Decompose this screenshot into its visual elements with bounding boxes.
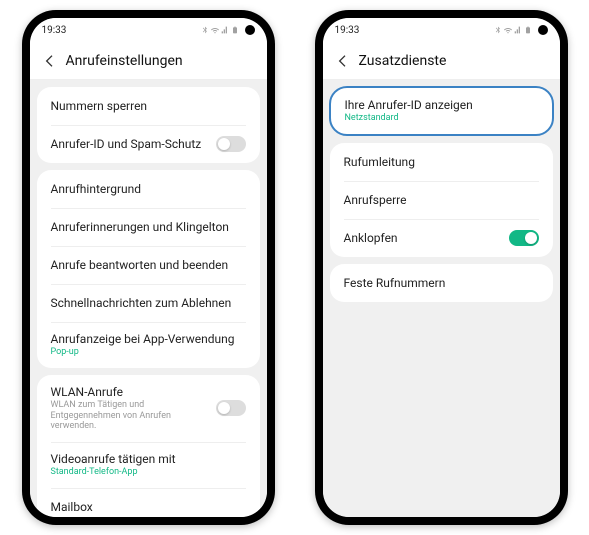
row-label: Ihre Anrufer-ID anzeigen	[345, 98, 538, 112]
row-label: Anklopfen	[344, 231, 509, 245]
row-label: Videoanrufe tätigen mit	[51, 452, 246, 466]
status-time: 19:33	[335, 25, 360, 36]
row-label: Anrufer-ID und Spam-Schutz	[51, 137, 216, 151]
row-sublabel: Standard-Telefon-App	[51, 467, 246, 478]
phone-left: 19:33 Anrufeinstellungen Nummern sper	[22, 10, 275, 525]
page-title: Zusatzdienste	[359, 53, 447, 69]
back-button[interactable]	[36, 47, 64, 75]
phone-right: 19:33 Zusatzdienste Ihre	[315, 10, 568, 525]
row-call-forwarding[interactable]: Rufumleitung	[330, 143, 553, 181]
bluetooth-icon	[201, 26, 209, 34]
row-call-display-in-app[interactable]: Anrufanzeige bei App-Verwendung Pop-up	[37, 322, 260, 368]
group-call-settings: Anrufhintergrund Anruferinnerungen und K…	[37, 170, 260, 368]
status-icons	[201, 26, 239, 34]
settings-list[interactable]: Ihre Anrufer-ID anzeigen Netzstandard Ru…	[323, 80, 560, 517]
row-sublabel: Pop-up	[51, 347, 246, 358]
row-label: Anrufanzeige bei App-Verwendung	[51, 332, 246, 346]
toggle-caller-id-spam[interactable]	[216, 136, 246, 152]
row-video-calls-with[interactable]: Videoanrufe tätigen mit Standard-Telefon…	[37, 442, 260, 488]
row-caller-id-spam[interactable]: Anrufer-ID und Spam-Schutz	[37, 125, 260, 163]
row-label: Schnellnachrichten zum Ablehnen	[51, 296, 246, 310]
row-sublabel: Netzstandard	[345, 113, 538, 124]
toggle-wifi-calling[interactable]	[216, 400, 246, 416]
row-label: Anrufhintergrund	[51, 182, 246, 196]
back-button[interactable]	[329, 47, 357, 75]
row-answer-end-calls[interactable]: Anrufe beantworten und beenden	[37, 246, 260, 284]
status-right	[494, 25, 548, 35]
battery-icon	[524, 26, 532, 34]
status-time: 19:33	[42, 25, 67, 36]
chevron-left-icon	[335, 53, 351, 69]
row-block-numbers[interactable]: Nummern sperren	[37, 87, 260, 125]
toggle-call-waiting[interactable]	[509, 230, 539, 246]
bluetooth-icon	[494, 26, 502, 34]
row-label: Anrufe beantworten und beenden	[51, 258, 246, 272]
status-right	[201, 25, 255, 35]
group-blocking: Nummern sperren Anrufer-ID und Spam-Schu…	[37, 87, 260, 163]
row-label: Feste Rufnummern	[344, 276, 539, 290]
row-call-alerts-ringtone[interactable]: Anruferinnerungen und Klingelton	[37, 208, 260, 246]
row-fixed-dialing-numbers[interactable]: Feste Rufnummern	[330, 264, 553, 302]
settings-list[interactable]: Nummern sperren Anrufer-ID und Spam-Schu…	[30, 80, 267, 517]
row-label: Anruferinnerungen und Klingelton	[51, 220, 246, 234]
row-label: Nummern sperren	[51, 99, 246, 113]
app-bar: Zusatzdienste	[323, 42, 560, 80]
wifi-icon	[504, 26, 512, 34]
row-call-waiting[interactable]: Anklopfen	[330, 219, 553, 257]
page-title: Anrufeinstellungen	[66, 53, 183, 69]
row-sublabel: WLAN zum Tätigen und Entgegennehmen von …	[51, 400, 216, 432]
row-label: WLAN-Anrufe	[51, 385, 216, 399]
screen: 19:33 Anrufeinstellungen Nummern sper	[30, 18, 267, 517]
row-call-background[interactable]: Anrufhintergrund	[37, 170, 260, 208]
group-network-calls: WLAN-Anrufe WLAN zum Tätigen und Entgege…	[37, 375, 260, 517]
group-call-services: Rufumleitung Anrufsperre Anklopfen	[330, 143, 553, 257]
group-fixed-dialing: Feste Rufnummern	[330, 264, 553, 302]
row-label: Mailbox	[51, 500, 246, 514]
app-bar: Anrufeinstellungen	[30, 42, 267, 80]
row-label: Rufumleitung	[344, 155, 539, 169]
camera-hole	[538, 25, 548, 35]
camera-hole	[245, 25, 255, 35]
signal-icon	[221, 26, 229, 34]
row-quick-decline-messages[interactable]: Schnellnachrichten zum Ablehnen	[37, 284, 260, 322]
status-bar: 19:33	[30, 18, 267, 42]
row-voicemail[interactable]: Mailbox	[37, 488, 260, 517]
group-caller-id-highlight: Ihre Anrufer-ID anzeigen Netzstandard	[329, 86, 554, 136]
wifi-icon	[211, 26, 219, 34]
signal-icon	[514, 26, 522, 34]
row-wifi-calling[interactable]: WLAN-Anrufe WLAN zum Tätigen und Entgege…	[37, 375, 260, 442]
row-label: Anrufsperre	[344, 193, 539, 207]
status-icons	[494, 26, 532, 34]
screen: 19:33 Zusatzdienste Ihre	[323, 18, 560, 517]
row-call-barring[interactable]: Anrufsperre	[330, 181, 553, 219]
battery-icon	[231, 26, 239, 34]
row-show-caller-id[interactable]: Ihre Anrufer-ID anzeigen Netzstandard	[331, 88, 552, 134]
status-bar: 19:33	[323, 18, 560, 42]
chevron-left-icon	[42, 53, 58, 69]
